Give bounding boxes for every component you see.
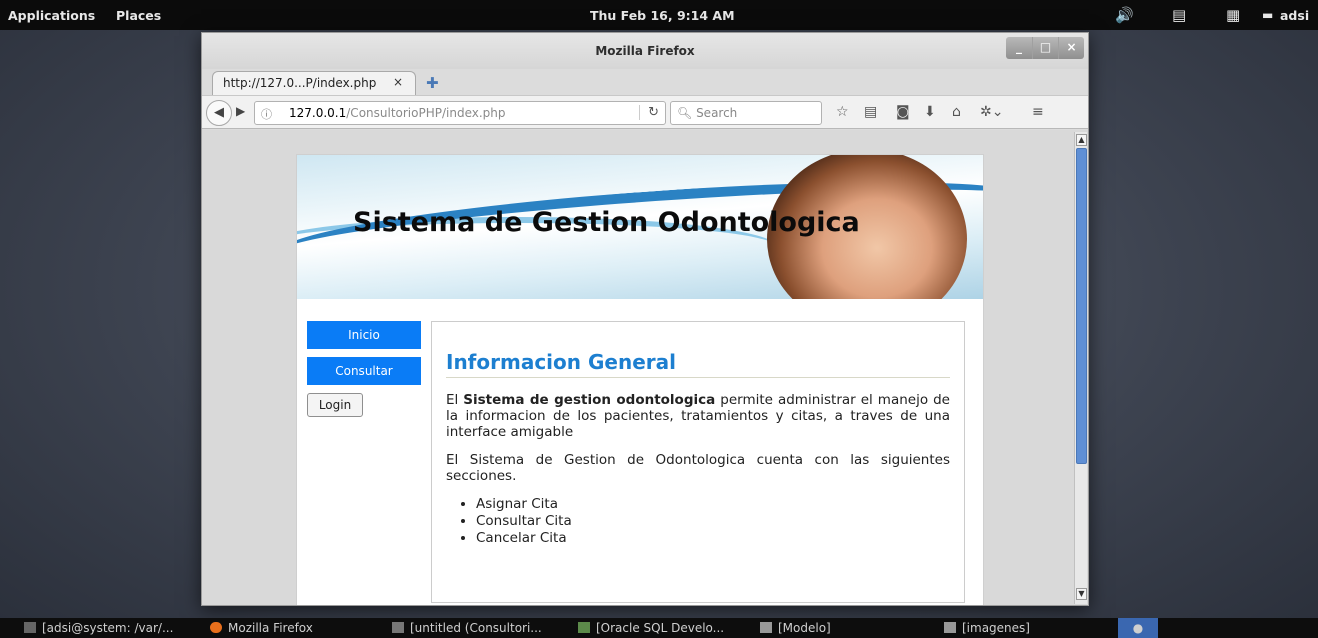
url-path: /ConsultorioPHP/index.php <box>346 106 506 120</box>
task-modelo[interactable]: [Modelo] <box>760 621 831 635</box>
sections-paragraph: El Sistema de Gestion de Odontologica cu… <box>446 452 950 484</box>
main-content: Informacion General El Sistema de gestio… <box>431 321 965 603</box>
task-imagenes[interactable]: [imagenes] <box>944 621 1030 635</box>
task-label: [Modelo] <box>778 621 831 635</box>
section-heading: Informacion General <box>446 350 950 378</box>
list-item: Cancelar Cita <box>476 530 950 547</box>
list-item: Consultar Cita <box>476 513 950 530</box>
volume-icon[interactable]: 🔊 <box>1115 6 1134 24</box>
nav-inicio-button[interactable]: Inicio <box>307 321 421 349</box>
user-switch-icon[interactable]: ▦ <box>1226 6 1240 24</box>
window-title: Mozilla Firefox <box>595 44 695 58</box>
url-bar[interactable]: ⓘ 127.0.0.1/ConsultorioPHP/index.php ↻ <box>254 101 666 125</box>
minimize-button[interactable]: _ <box>1006 37 1032 59</box>
sections-list: Asignar Cita Consultar Cita Cancelar Cit… <box>476 496 950 547</box>
maximize-button[interactable]: □ <box>1032 37 1058 59</box>
navigation-toolbar: ◀ ▶ ⓘ 127.0.0.1/ConsultorioPHP/index.php… <box>202 95 1088 129</box>
addon-icon[interactable]: ✲⌄ <box>980 104 1003 120</box>
task-sqldeveloper[interactable]: [Oracle SQL Develo... <box>578 621 724 635</box>
vertical-scrollbar[interactable]: ▲ ▼ <box>1074 132 1087 604</box>
task-label: [imagenes] <box>962 621 1030 635</box>
task-label: [adsi@system: /var/... <box>42 621 174 635</box>
scroll-down-icon[interactable]: ▼ <box>1076 588 1087 600</box>
task-editor[interactable]: [untitled (Consultori... <box>392 621 542 635</box>
window-controls: _ □ × <box>1006 37 1084 59</box>
sidebar-nav: Inicio Consultar Login <box>307 321 421 417</box>
tab-close-icon[interactable]: × <box>393 75 403 89</box>
tab-strip: http://127.0...P/index.php × ✚ <box>202 69 1088 95</box>
applications-menu[interactable]: Applications <box>8 8 95 23</box>
header-banner: Sistema de Gestion Odontologica <box>297 155 983 299</box>
workspace-firefox-icon[interactable]: ● <box>1118 618 1158 638</box>
reload-icon[interactable]: ↻ <box>639 105 659 120</box>
search-icon: 🔍︎ <box>677 106 693 120</box>
back-arrow-icon[interactable]: ◀ <box>206 100 232 126</box>
user-menu[interactable]: adsi <box>1280 8 1309 23</box>
editor-icon <box>392 622 404 633</box>
url-host: 127.0.0.1 <box>289 106 347 120</box>
list-item: Asignar Cita <box>476 496 950 513</box>
info-icon[interactable]: ⓘ <box>261 106 272 122</box>
firefox-window: Mozilla Firefox _ □ × http://127.0...P/i… <box>201 32 1089 606</box>
firefox-icon <box>210 622 222 633</box>
task-label: [untitled (Consultori... <box>410 621 542 635</box>
scrollbar-thumb[interactable] <box>1076 148 1087 464</box>
intro-prefix: El <box>446 392 464 408</box>
intro-bold: Sistema de gestion odontologica <box>463 392 716 408</box>
tab-index[interactable]: http://127.0...P/index.php × <box>212 71 416 95</box>
clock[interactable]: Thu Feb 16, 9:14 AM <box>590 8 735 23</box>
login-button[interactable]: Login <box>307 393 363 417</box>
scroll-up-icon[interactable]: ▲ <box>1076 134 1087 146</box>
battery-icon[interactable]: ▤ <box>1172 6 1186 24</box>
new-tab-icon[interactable]: ✚ <box>426 74 439 92</box>
search-placeholder: Search <box>696 106 738 120</box>
intro-paragraph: El Sistema de gestion odontologica permi… <box>446 392 950 440</box>
task-label: Mozilla Firefox <box>228 621 313 635</box>
task-firefox[interactable]: Mozilla Firefox <box>210 621 313 635</box>
task-label: [Oracle SQL Develo... <box>596 621 725 635</box>
top-panel: Applications Places Thu Feb 16, 9:14 AM … <box>0 0 1318 30</box>
page-container: Sistema de Gestion Odontologica Inicio C… <box>296 154 984 605</box>
bookmarks-list-icon[interactable]: ▤ <box>864 104 877 120</box>
task-terminal[interactable]: [adsi@system: /var/... <box>24 621 173 635</box>
pocket-icon[interactable]: ◙ <box>896 104 910 120</box>
folder-icon <box>760 622 772 633</box>
folder-icon <box>944 622 956 633</box>
home-icon[interactable]: ⌂ <box>952 104 961 120</box>
download-icon[interactable]: ⬇ <box>924 104 936 120</box>
terminal-icon <box>24 622 36 633</box>
nav-consultar-button[interactable]: Consultar <box>307 357 421 385</box>
sqldeveloper-icon <box>578 622 590 633</box>
bookmark-star-icon[interactable]: ☆ <box>836 104 849 120</box>
chat-icon[interactable]: ▬ <box>1262 8 1273 22</box>
places-menu[interactable]: Places <box>116 8 161 23</box>
window-titlebar[interactable]: Mozilla Firefox _ □ × <box>202 33 1088 69</box>
bottom-taskbar: [adsi@system: /var/... Mozilla Firefox [… <box>0 618 1318 638</box>
content-viewport[interactable]: Sistema de Gestion Odontologica Inicio C… <box>202 130 1088 605</box>
forward-arrow-icon[interactable]: ▶ <box>236 104 245 118</box>
tab-label: http://127.0...P/index.php <box>223 76 377 90</box>
search-input[interactable]: 🔍︎ Search <box>670 101 822 125</box>
site-title: Sistema de Gestion Odontologica <box>353 207 860 238</box>
close-button[interactable]: × <box>1058 37 1084 59</box>
menu-icon[interactable]: ≡ <box>1032 104 1044 120</box>
